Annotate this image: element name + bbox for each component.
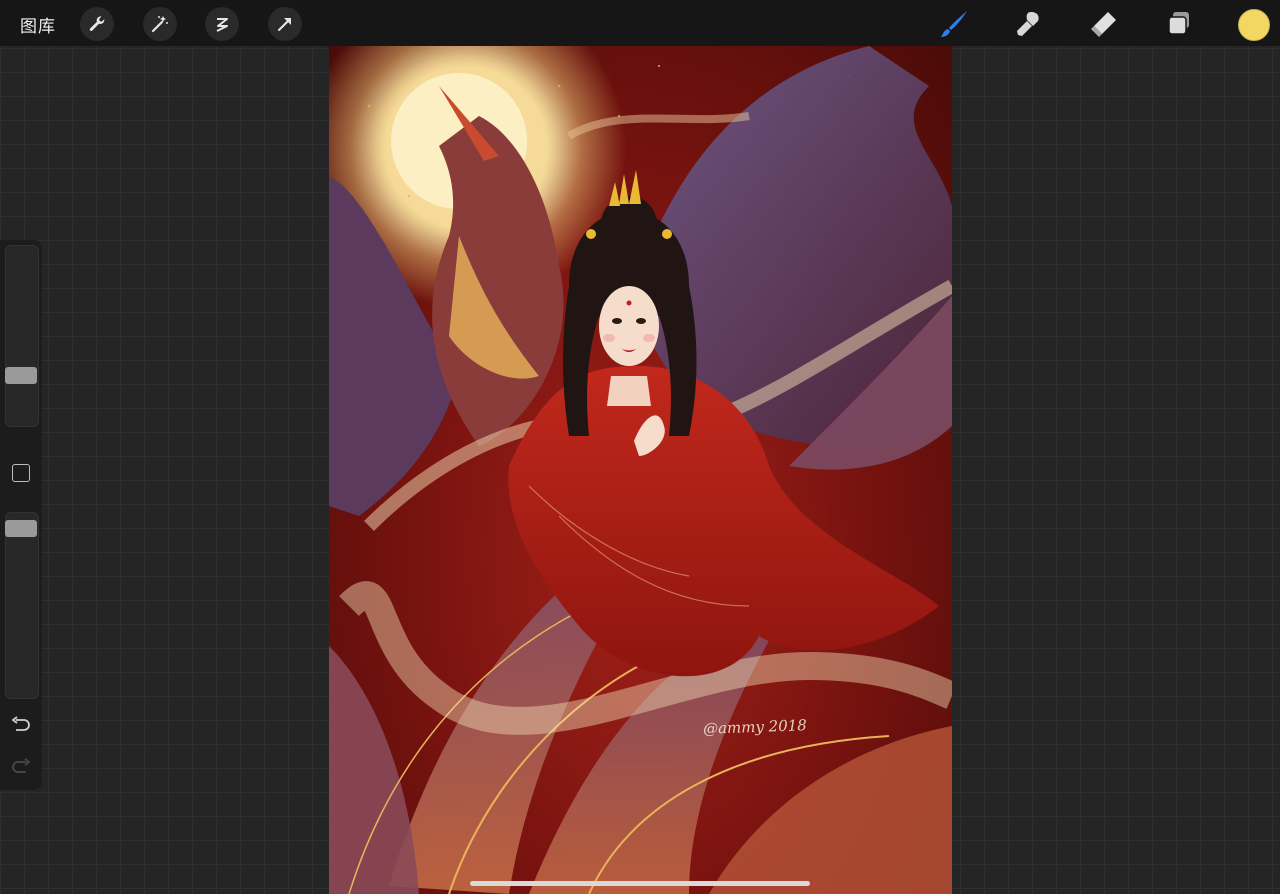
opacity-slider[interactable] xyxy=(5,512,39,699)
sidebar xyxy=(0,240,42,790)
modify-button[interactable] xyxy=(12,464,30,482)
selection-button[interactable] xyxy=(205,7,239,41)
smudge-icon xyxy=(1017,12,1039,36)
undo-icon[interactable] xyxy=(10,716,32,734)
artist-signature: @ammy 2018 xyxy=(702,716,808,738)
figure-face xyxy=(599,286,659,366)
top-toolbar: 图库 xyxy=(0,0,1280,46)
smudge-button[interactable] xyxy=(1013,8,1045,40)
layers-icon xyxy=(1168,12,1189,35)
brush-size-slider[interactable] xyxy=(5,245,39,427)
selection-icon xyxy=(216,18,228,32)
actions-button[interactable] xyxy=(80,7,114,41)
transform-arrow-icon xyxy=(278,18,291,31)
layers-button[interactable] xyxy=(1163,8,1195,40)
brush-button[interactable] xyxy=(938,8,970,40)
artwork-illustration xyxy=(329,46,952,894)
eraser-button[interactable] xyxy=(1088,8,1120,40)
eraser-icon xyxy=(1091,12,1116,37)
artwork-canvas[interactable]: @ammy 2018 xyxy=(329,46,952,894)
redo-icon[interactable] xyxy=(10,758,32,776)
magic-wand-icon xyxy=(151,16,168,33)
adjustments-button[interactable] xyxy=(143,7,177,41)
brush-icon xyxy=(941,11,967,37)
gallery-button[interactable]: 图库 xyxy=(20,12,56,37)
transform-button[interactable] xyxy=(268,7,302,41)
brush-size-thumb[interactable] xyxy=(5,367,37,385)
wrench-icon xyxy=(89,16,105,32)
home-indicator[interactable] xyxy=(470,881,810,886)
opacity-thumb[interactable] xyxy=(5,520,37,538)
color-swatch[interactable] xyxy=(1238,9,1270,41)
